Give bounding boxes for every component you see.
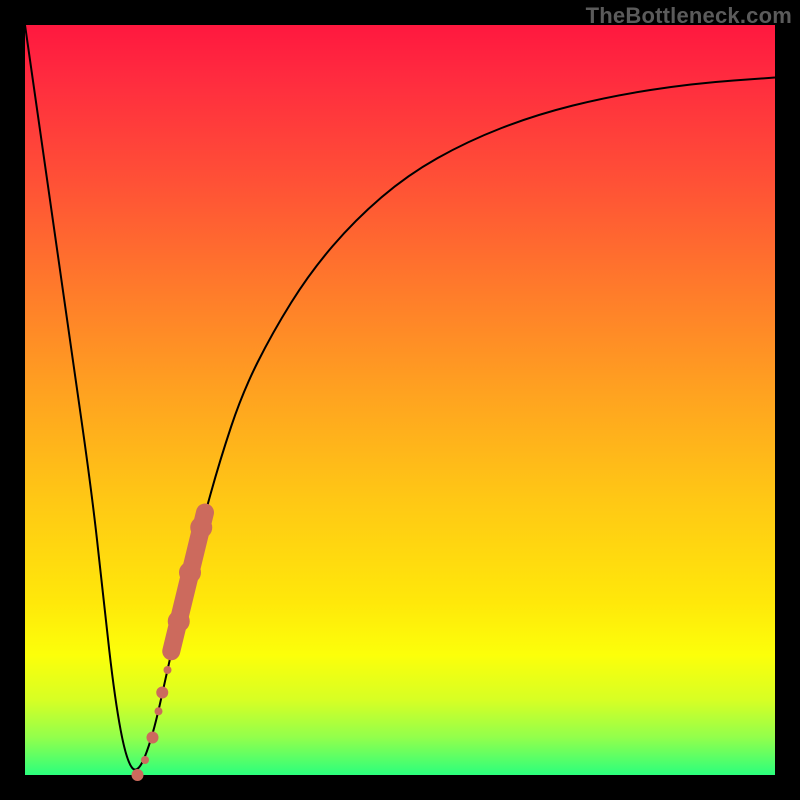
curve-layer xyxy=(25,25,775,775)
marker-dot xyxy=(155,707,163,715)
chart-frame: TheBottleneck.com xyxy=(0,0,800,800)
marker-dot xyxy=(179,562,201,584)
marker-dot xyxy=(164,666,172,674)
marker-dot xyxy=(156,687,168,699)
marker-dot xyxy=(190,517,212,539)
marker-dot xyxy=(168,610,190,632)
marker-dot xyxy=(132,769,144,781)
bottleneck-curve xyxy=(25,25,775,770)
marker-dot xyxy=(147,732,159,744)
plot-area xyxy=(25,25,775,775)
marker-dot xyxy=(141,756,149,764)
watermark-label: TheBottleneck.com xyxy=(586,3,792,29)
